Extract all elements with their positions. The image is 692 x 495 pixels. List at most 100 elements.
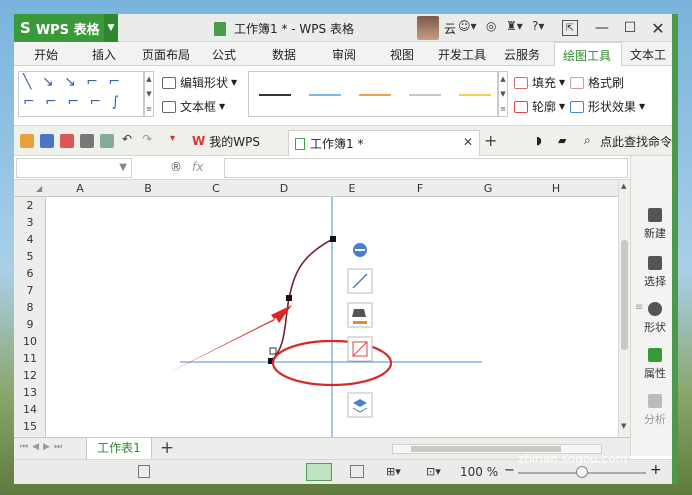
redo-icon[interactable]: ↷: [142, 132, 156, 146]
column-header[interactable]: E: [318, 182, 386, 195]
curve-vertex-handle[interactable]: [330, 236, 336, 242]
column-header[interactable]: B: [114, 182, 182, 195]
curve-vertex-handle[interactable]: [286, 295, 292, 301]
menu-insert[interactable]: 插入: [92, 46, 116, 63]
export-pdf-icon[interactable]: [60, 134, 74, 148]
user-name[interactable]: 云: [444, 20, 456, 37]
sheet-nav-icons[interactable]: ⏮◀▶⏭: [20, 442, 66, 452]
avatar[interactable]: [417, 16, 439, 40]
name-box[interactable]: ▼: [16, 158, 132, 178]
select-all-corner[interactable]: ◢: [36, 184, 42, 193]
save-icon[interactable]: [40, 134, 54, 148]
undo-icon[interactable]: ↶: [122, 132, 136, 146]
menu-review[interactable]: 审阅: [332, 46, 356, 63]
gallery-scroll[interactable]: ▲ ▼ ≡: [144, 71, 154, 117]
line-style-black[interactable]: [259, 94, 291, 96]
row-header[interactable]: 2: [14, 199, 46, 212]
print-icon[interactable]: [80, 134, 94, 148]
line-gallery-scroll[interactable]: ▲ ▼ ≡: [498, 71, 508, 117]
vertical-scrollbar[interactable]: ▲ ▼: [618, 180, 630, 437]
line-style-yellow[interactable]: [459, 94, 491, 96]
curve-control-handle[interactable]: [269, 347, 277, 355]
search-icon[interactable]: ⌕: [584, 133, 591, 148]
fill-button[interactable]: 填充 ▼: [514, 74, 565, 91]
reading-mode-icon[interactable]: ⊡▾: [426, 465, 441, 478]
outline-button[interactable]: 轮廓 ▼: [514, 98, 565, 115]
maximize-button[interactable]: ☐: [620, 18, 640, 38]
scroll-down-icon[interactable]: ▼: [621, 422, 626, 430]
menu-home[interactable]: 开始: [34, 46, 58, 63]
edit-shape-button[interactable]: 编辑形状 ▼: [162, 74, 237, 91]
zoom-level[interactable]: 100 %: [460, 465, 498, 479]
freeform-curve[interactable]: [270, 238, 334, 362]
textbox-button[interactable]: 文本框 ▼: [162, 98, 225, 115]
zoom-slider-thumb[interactable]: [576, 466, 588, 478]
sidebar-item-select[interactable]: 选择: [631, 256, 678, 289]
normal-view-button[interactable]: [306, 463, 332, 481]
row-header[interactable]: 14: [14, 403, 46, 416]
row-header[interactable]: 13: [14, 386, 46, 399]
smiley-icon[interactable]: ☺▾: [458, 19, 477, 33]
sheet-tab-1[interactable]: 工作表1: [86, 438, 152, 460]
column-header[interactable]: A: [46, 182, 114, 195]
new-tab-icon[interactable]: +: [484, 131, 497, 150]
row-header[interactable]: 8: [14, 301, 46, 314]
close-button[interactable]: ✕: [648, 18, 668, 38]
share-icon[interactable]: ▰: [558, 134, 566, 147]
row-header[interactable]: 10: [14, 335, 46, 348]
panel-grip-icon[interactable]: ≡: [635, 302, 643, 313]
menu-drawing-tools[interactable]: 绘图工具: [554, 42, 622, 67]
restore-ribbon-icon[interactable]: ⇱: [562, 20, 578, 36]
sidebar-item-properties[interactable]: 属性: [631, 348, 678, 381]
open-icon[interactable]: [20, 134, 34, 148]
sidebar-item-analyze[interactable]: 分析: [631, 394, 678, 427]
zoom-formula-icon[interactable]: ®: [170, 160, 182, 174]
menu-text-tools[interactable]: 文本工: [630, 46, 666, 63]
line-style-gray[interactable]: [409, 94, 441, 96]
shape-effect-button[interactable]: 形状效果 ▼: [570, 98, 645, 115]
minimize-button[interactable]: —: [592, 18, 612, 38]
row-header[interactable]: 11: [14, 352, 46, 365]
scroll-thumb[interactable]: [621, 240, 628, 350]
menu-view[interactable]: 视图: [390, 46, 414, 63]
row-header[interactable]: 5: [14, 250, 46, 263]
column-header[interactable]: H: [522, 182, 590, 195]
row-header[interactable]: 15: [14, 420, 46, 433]
customize-icon[interactable]: ▾: [170, 133, 184, 147]
menu-data[interactable]: 数据: [272, 46, 296, 63]
menu-formula[interactable]: 公式: [212, 46, 236, 63]
menu-developer[interactable]: 开发工具: [438, 46, 486, 63]
tab-my-wps[interactable]: W 我的WPS: [192, 130, 260, 152]
cloud-sync-icon[interactable]: ◎: [486, 19, 496, 33]
chevron-down-icon[interactable]: ▼: [104, 14, 118, 42]
add-sheet-icon[interactable]: +: [160, 438, 174, 458]
zoom-out-icon[interactable]: −: [504, 463, 515, 478]
skin-icon[interactable]: ♜▾: [506, 19, 523, 33]
line-style-orange[interactable]: [359, 94, 391, 96]
collapse-icon[interactable]: ◗: [536, 134, 542, 147]
find-command-input[interactable]: 点此查找命令: [600, 133, 672, 150]
print-preview-icon[interactable]: [100, 134, 114, 148]
fx-icon[interactable]: fx: [192, 160, 203, 174]
menu-cloud[interactable]: 云服务: [504, 46, 540, 63]
column-header[interactable]: C: [182, 182, 250, 195]
scroll-up-icon[interactable]: ▲: [621, 182, 626, 190]
column-header[interactable]: G: [454, 182, 522, 195]
line-style-gallery[interactable]: [248, 71, 498, 117]
row-header[interactable]: 3: [14, 216, 46, 229]
formula-input[interactable]: [224, 158, 628, 178]
column-header[interactable]: D: [250, 182, 318, 195]
macro-record-icon[interactable]: [138, 465, 150, 478]
row-header[interactable]: 6: [14, 267, 46, 280]
page-break-view-button[interactable]: [350, 465, 364, 478]
row-header[interactable]: 7: [14, 284, 46, 297]
row-header[interactable]: 12: [14, 369, 46, 382]
close-tab-icon[interactable]: ✕: [463, 135, 473, 149]
row-header[interactable]: 9: [14, 318, 46, 331]
line-style-blue[interactable]: [309, 94, 341, 96]
app-menu-button[interactable]: S WPS 表格 ▼: [14, 14, 118, 42]
help-icon[interactable]: ?▾: [532, 19, 544, 33]
column-header[interactable]: F: [386, 182, 454, 195]
sidebar-item-new[interactable]: 新建: [631, 208, 678, 241]
line-shape-gallery[interactable]: ╲ ↘ ↘ ⌐ ⌐ ⌐ ⌐ ⌐ ⌐ ∫: [18, 71, 144, 117]
